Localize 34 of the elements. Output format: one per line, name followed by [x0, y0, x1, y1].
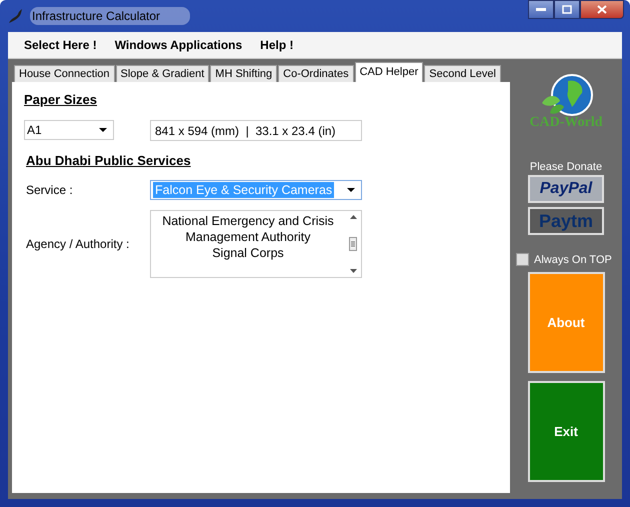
agency-text-area[interactable]: National Emergency and Crisis Management Authority Signal Corps — [150, 210, 362, 278]
tab[interactable]: MH Shifting — [210, 65, 278, 82]
tab[interactable]: CAD Helper — [354, 62, 424, 82]
section-heading: Paper Sizes — [24, 92, 98, 107]
menu-item[interactable]: Windows Applications — [114, 38, 242, 52]
tab[interactable]: Co-Ordinates — [278, 65, 354, 82]
scroll-thumb[interactable] — [349, 237, 357, 251]
scroll-down-icon[interactable] — [350, 269, 356, 273]
paper-size-dropdown[interactable]: A1 — [24, 120, 114, 140]
minimize-icon — [536, 8, 546, 12]
menu-item[interactable]: Select Here ! — [24, 38, 97, 52]
tab[interactable]: Slope & Gradient — [116, 65, 210, 82]
checkbox[interactable] — [516, 253, 529, 266]
caret-icon — [347, 188, 355, 192]
scroll-up-icon[interactable] — [350, 215, 356, 219]
section-heading: Abu Dhabi Public Services — [26, 153, 192, 168]
menu-item[interactable]: Help ! — [260, 38, 294, 52]
donate-label: Please Donate — [530, 161, 602, 173]
dimensions-field[interactable]: 841 x 594 (mm) | 33.1 x 23.4 (in) — [150, 120, 362, 141]
caret-icon — [99, 128, 107, 132]
tab[interactable]: Second Level — [424, 65, 501, 82]
close-button[interactable] — [580, 0, 624, 19]
close-icon — [597, 5, 607, 14]
minimize-button[interactable] — [528, 0, 554, 19]
tab[interactable]: House Connection — [14, 65, 115, 82]
paypal-button[interactable]: PayPal — [528, 175, 604, 203]
logo-text: CAD-World — [529, 115, 603, 131]
window-title: Infrastructure Calculator — [30, 7, 190, 25]
maximize-button[interactable] — [554, 0, 580, 19]
agency-label: Agency / Authority : — [26, 237, 130, 251]
service-label: Service : — [26, 183, 74, 197]
maximize-icon — [562, 5, 572, 14]
exit-button[interactable]: Exit — [528, 381, 604, 482]
checkbox-label: Always On TOP — [534, 254, 612, 266]
